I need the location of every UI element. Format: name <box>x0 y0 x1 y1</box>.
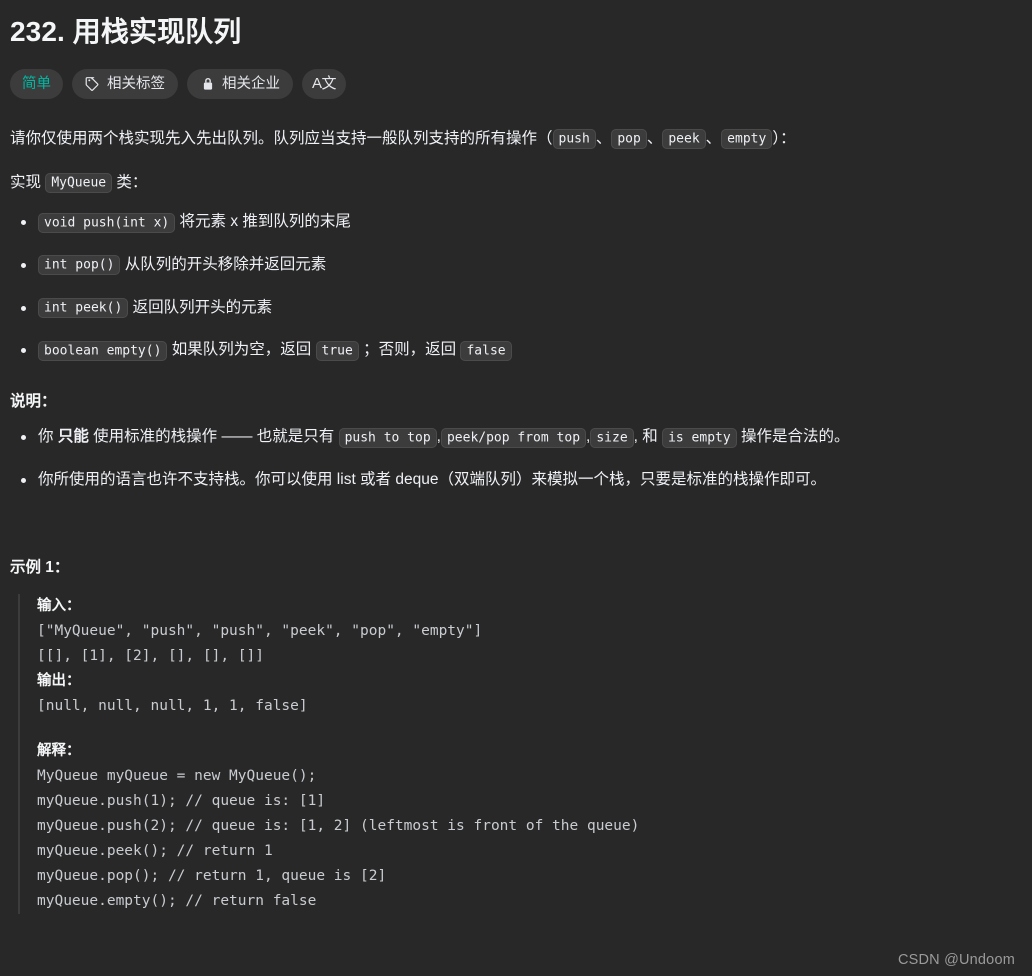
tag-icon <box>85 76 100 92</box>
description-text-b: ）： <box>772 129 796 147</box>
input-value: ["MyQueue", "push", "push", "peek", "pop… <box>37 622 483 664</box>
list-item: 你 只能 使用标准的栈操作 —— 也就是只有 push to top, peek/… <box>9 425 1016 450</box>
method-description: 返回队列开头的元素 <box>132 298 273 316</box>
output-label: 输出： <box>37 672 81 689</box>
output-value: [null, null, null, 1, 1, false] <box>37 697 308 714</box>
input-label: 输入： <box>37 597 81 614</box>
method-signature: void push(int x) <box>38 212 176 233</box>
list-item: 你所使用的语言也许不支持栈。你可以使用 list 或者 deque（双端队列）来… <box>9 468 1016 493</box>
list-item: void push(int x) 将元素 x 推到队列的末尾 <box>9 210 1016 235</box>
list-item: int peek() 返回队列开头的元素 <box>9 296 1016 321</box>
method-description: 从队列的开头移除并返回元素 <box>124 255 327 273</box>
class-paragraph: 实现 MyQueue 类： <box>10 170 1016 196</box>
sep-1: 、 <box>595 129 612 147</box>
related-companies-label: 相关企业 <box>222 75 280 92</box>
note-emphasis: 只能 <box>57 428 89 446</box>
list-item: boolean empty() 如果队列为空，返回 true ；否则，返回 fa… <box>9 338 1016 363</box>
method-signature: boolean empty() <box>38 340 168 361</box>
method-signature: int pop() <box>38 255 121 276</box>
note-text-c: , 和 <box>633 428 663 446</box>
notes-heading: 说明： <box>10 393 57 411</box>
code-peek-pop-from-top: peek/pop from top <box>440 427 587 448</box>
method-description-b: ；否则，返回 <box>358 341 461 359</box>
explanation-value: MyQueue myQueue = new MyQueue(); myQueue… <box>37 768 640 910</box>
badge-row: 简单 相关标签 相关企业 A文 <box>10 68 1016 99</box>
page-title: 232. 用栈实现队列 <box>10 16 242 47</box>
code-size: size <box>590 427 634 448</box>
difficulty-badge: 简单 <box>10 68 63 99</box>
code-myqueue: MyQueue <box>45 173 113 194</box>
translate-button[interactable]: A文 <box>302 68 347 99</box>
sep-3: 、 <box>705 129 722 147</box>
watermark: CSDN @Undoom <box>897 952 1015 968</box>
code-empty: empty <box>721 129 773 150</box>
related-tags-label: 相关标签 <box>107 75 165 92</box>
related-tags-button[interactable]: 相关标签 <box>72 68 178 99</box>
note-text-d: 操作是合法的。 <box>736 428 850 446</box>
code-pop: pop <box>611 129 647 150</box>
note-text-b: 使用标准的栈操作 —— 也就是只有 <box>88 428 339 446</box>
lock-icon <box>200 76 215 91</box>
explanation-label: 解释： <box>37 743 81 760</box>
problem-page: 232. 用栈实现队列 简单 相关标签 相关企业 A文 请你仅使用两个栈实现先入… <box>0 0 1032 976</box>
code-false: false <box>460 340 512 361</box>
example-block: 输入： ["MyQueue", "push", "push", "peek", … <box>18 593 1016 915</box>
class-text-b: 类： <box>112 173 148 191</box>
method-description-a: 如果队列为空，返回 <box>171 341 316 359</box>
note-text: 你所使用的语言也许不支持栈。你可以使用 list 或者 deque（双端队列）来… <box>38 471 826 488</box>
code-is-empty: is empty <box>662 427 737 448</box>
description-paragraph: 请你仅使用两个栈实现先入先出队列。队列应当支持一般队列支持的所有操作（ push、… <box>10 126 1016 152</box>
sep-2: 、 <box>646 129 663 147</box>
related-companies-button[interactable]: 相关企业 <box>187 68 293 99</box>
list-item: int pop() 从队列的开头移除并返回元素 <box>9 253 1016 278</box>
method-signature: int peek() <box>38 298 129 319</box>
class-text-a: 实现 <box>10 173 46 191</box>
method-description: 将元素 x 推到队列的末尾 <box>179 213 351 231</box>
notes-list: 你 只能 使用标准的栈操作 —— 也就是只有 push to top, peek/… <box>9 425 1016 493</box>
code-true: true <box>315 340 359 361</box>
difficulty-label: 简单 <box>22 75 51 92</box>
note-text-a: 你 <box>38 428 58 446</box>
method-list: void push(int x) 将元素 x 推到队列的末尾 int pop()… <box>9 210 1016 363</box>
example-heading: 示例 1： <box>10 558 70 576</box>
code-push-to-top: push to top <box>338 427 437 448</box>
code-peek: peek <box>662 129 706 150</box>
translate-icon: A文 <box>312 75 337 93</box>
code-push: push <box>552 129 596 150</box>
description-text-a: 请你仅使用两个栈实现先入先出队列。队列应当支持一般队列支持的所有操作（ <box>10 129 553 147</box>
